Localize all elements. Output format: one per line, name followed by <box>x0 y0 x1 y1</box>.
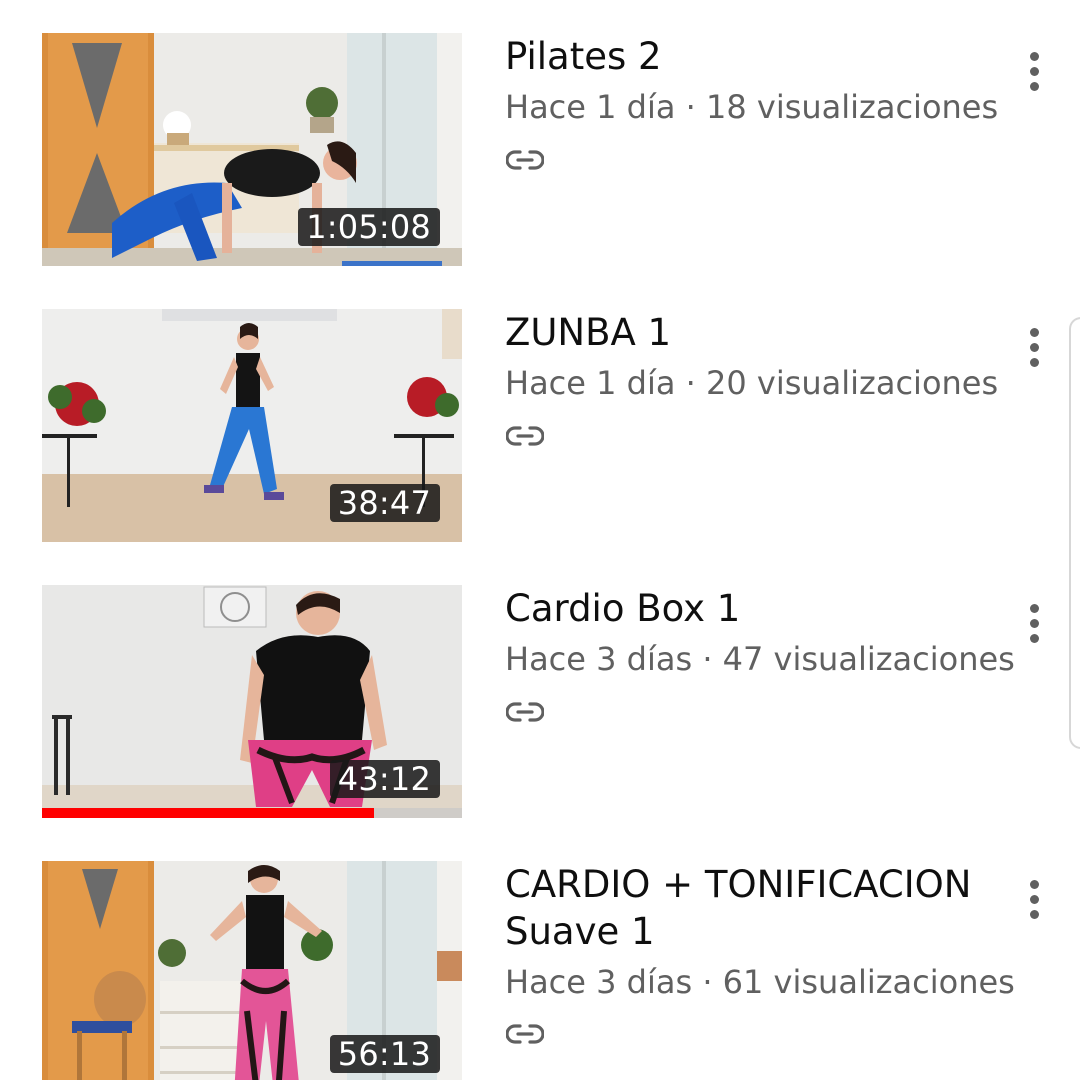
link-icon <box>506 426 544 446</box>
link-icon <box>506 150 544 170</box>
video-meta: Hace 3 días · 61 visualizaciones <box>505 963 1015 1001</box>
video-item[interactable]: 1:05:08 Pilates 2 Hace 1 día · 18 visual… <box>0 33 1080 267</box>
video-duration: 43:12 <box>329 760 440 798</box>
video-thumbnail[interactable]: 56:13 <box>42 861 462 1080</box>
more-options-button[interactable] <box>1014 599 1054 647</box>
watch-progress-fill <box>42 808 374 818</box>
video-thumbnail[interactable]: 38:47 <box>42 309 462 542</box>
video-duration: 38:47 <box>329 484 440 522</box>
more-options-button[interactable] <box>1014 323 1054 371</box>
link-icon <box>506 702 544 722</box>
more-options-button[interactable] <box>1014 875 1054 923</box>
link-icon <box>506 1024 544 1044</box>
fast-scroll-handle[interactable] <box>1069 317 1080 749</box>
video-item[interactable]: 43:12 Cardio Box 1 Hace 3 días · 47 visu… <box>0 585 1080 819</box>
more-vert-icon <box>1029 879 1039 889</box>
more-vert-icon <box>1029 603 1039 613</box>
video-duration: 1:05:08 <box>298 208 440 246</box>
video-title[interactable]: ZUNBA 1 <box>505 309 995 356</box>
video-title[interactable]: CARDIO + TONIFICACION Suave 1 <box>505 861 995 955</box>
more-vert-icon <box>1029 327 1039 337</box>
video-meta: Hace 1 día · 20 visualizaciones <box>505 364 999 402</box>
video-meta: Hace 1 día · 18 visualizaciones <box>505 88 999 126</box>
more-vert-icon <box>1029 51 1039 61</box>
video-title[interactable]: Pilates 2 <box>505 33 995 80</box>
video-thumbnail[interactable]: 43:12 <box>42 585 462 818</box>
video-title[interactable]: Cardio Box 1 <box>505 585 995 632</box>
watch-progress-bar <box>42 808 462 818</box>
video-meta: Hace 3 días · 47 visualizaciones <box>505 640 1015 678</box>
video-thumbnail[interactable]: 1:05:08 <box>42 33 462 266</box>
video-item[interactable]: 38:47 ZUNBA 1 Hace 1 día · 20 visualizac… <box>0 309 1080 543</box>
video-duration: 56:13 <box>329 1035 440 1073</box>
more-options-button[interactable] <box>1014 47 1054 95</box>
video-item[interactable]: 56:13 CARDIO + TONIFICACION Suave 1 Hace… <box>0 861 1080 1080</box>
